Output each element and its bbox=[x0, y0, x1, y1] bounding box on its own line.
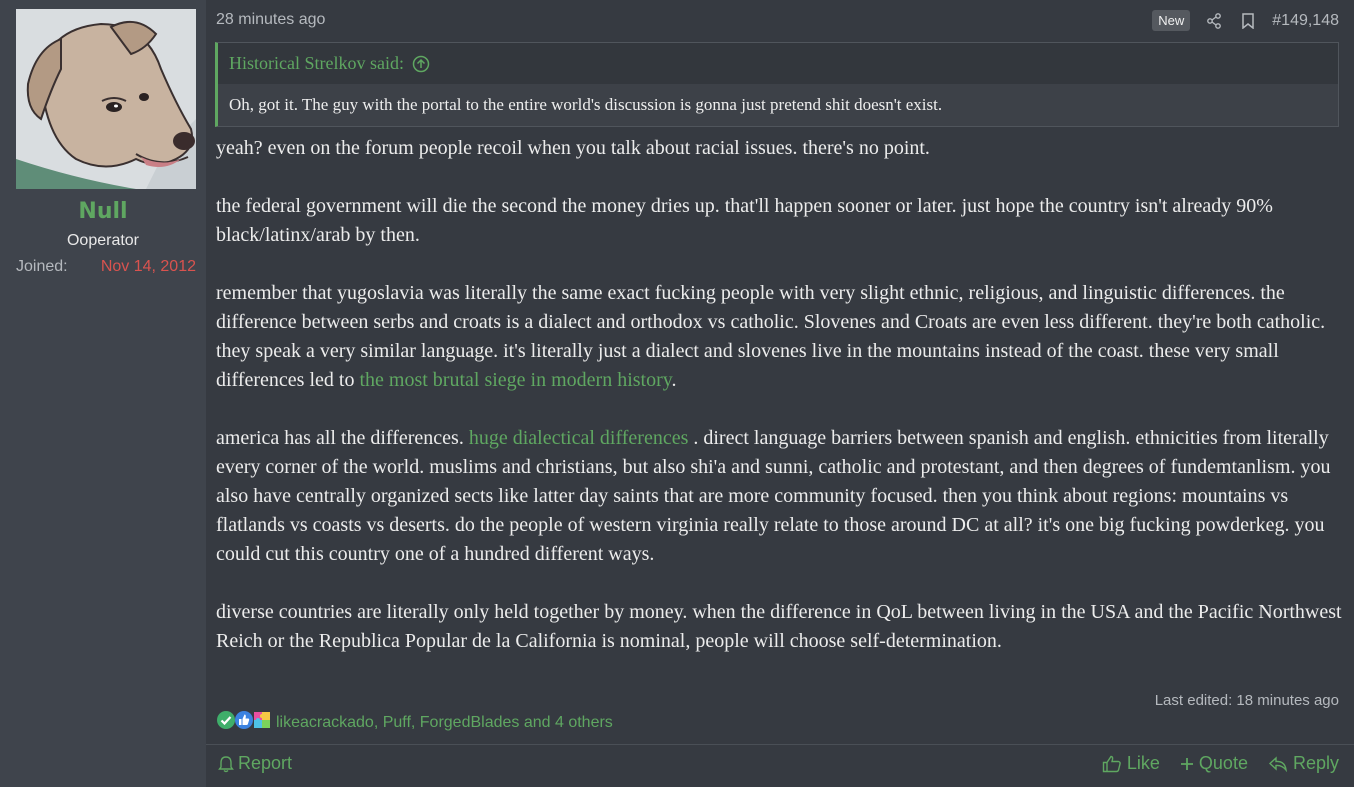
post-paragraph: diverse countries are literally only hel… bbox=[216, 601, 1342, 652]
user-panel: Null Ooperator Joined: Nov 14, 2012 bbox=[0, 0, 206, 787]
post-header-actions: New #149,148 bbox=[1152, 10, 1339, 31]
quote-label: Quote bbox=[1198, 753, 1248, 773]
paragraph-text: america has all the differences. bbox=[216, 427, 469, 449]
reaction-users[interactable]: likeacrackado, Puff, ForgedBlades and 4 … bbox=[276, 714, 613, 732]
reactions-bar[interactable]: likeacrackado, Puff, ForgedBlades and 4 … bbox=[216, 710, 613, 735]
post-body: yeah? even on the forum people recoil wh… bbox=[216, 134, 1342, 685]
post-actions: Like Quote Reply bbox=[1102, 753, 1339, 774]
quote-author[interactable]: Historical Strelkov said: bbox=[229, 53, 404, 74]
quote-button[interactable]: Quote bbox=[1180, 753, 1248, 774]
report-button[interactable]: Report bbox=[218, 753, 292, 774]
reply-label: Reply bbox=[1292, 753, 1339, 773]
post-number[interactable]: #149,148 bbox=[1272, 12, 1339, 30]
quote-text: Oh, got it. The guy with the portal to t… bbox=[218, 84, 1338, 126]
bookmark-icon[interactable] bbox=[1238, 11, 1258, 31]
like-label: Like bbox=[1126, 753, 1160, 773]
bell-icon bbox=[218, 755, 234, 772]
last-edited: Last edited: 18 minutes ago bbox=[1154, 692, 1339, 709]
post-header: 28 minutes ago New #149,148 bbox=[216, 10, 1339, 34]
plus-icon bbox=[1180, 757, 1193, 770]
post-footer: Report Like Quote Reply bbox=[206, 744, 1354, 787]
post-timestamp[interactable]: 28 minutes ago bbox=[216, 11, 325, 29]
avatar[interactable] bbox=[16, 9, 196, 189]
reply-arrow-icon bbox=[1268, 755, 1287, 772]
thumbs-up-reaction-icon[interactable] bbox=[234, 710, 254, 735]
new-badge: New bbox=[1152, 10, 1191, 31]
siege-link[interactable]: the most brutal siege in modern history bbox=[359, 369, 671, 391]
thumbs-up-icon bbox=[1102, 755, 1121, 772]
like-button[interactable]: Like bbox=[1102, 753, 1160, 774]
check-reaction-icon[interactable] bbox=[216, 710, 236, 735]
dog-avatar-image bbox=[16, 9, 196, 189]
reply-button[interactable]: Reply bbox=[1268, 753, 1339, 774]
post-paragraph: yeah? even on the forum people recoil wh… bbox=[216, 137, 930, 159]
post-paragraph: the federal government will die the seco… bbox=[216, 195, 1273, 246]
post-paragraph: america has all the differences. huge di… bbox=[216, 424, 1342, 569]
arrow-up-circle-icon[interactable] bbox=[412, 55, 430, 73]
post-main: 28 minutes ago New #149,148 Historical S… bbox=[206, 0, 1354, 787]
joined-label: Joined: bbox=[16, 258, 68, 275]
post-paragraph: remember that yugoslavia was literally t… bbox=[216, 279, 1342, 395]
user-title: Ooperator bbox=[66, 232, 140, 249]
paragraph-text: . bbox=[671, 369, 677, 391]
username[interactable]: Null bbox=[0, 199, 206, 224]
share-icon[interactable] bbox=[1204, 11, 1224, 31]
quote-block: Historical Strelkov said: Oh, got it. Th… bbox=[215, 42, 1339, 127]
reaction-icons[interactable] bbox=[216, 710, 270, 735]
joined-date: Nov 14, 2012 bbox=[100, 258, 196, 275]
forum-post: Null Ooperator Joined: Nov 14, 2012 28 m… bbox=[0, 0, 1354, 787]
report-label: Report bbox=[238, 753, 293, 773]
puzzle-reaction-icon[interactable] bbox=[252, 710, 272, 735]
dialect-link[interactable]: huge dialectical differences bbox=[469, 427, 689, 449]
quote-header[interactable]: Historical Strelkov said: bbox=[218, 43, 1338, 84]
